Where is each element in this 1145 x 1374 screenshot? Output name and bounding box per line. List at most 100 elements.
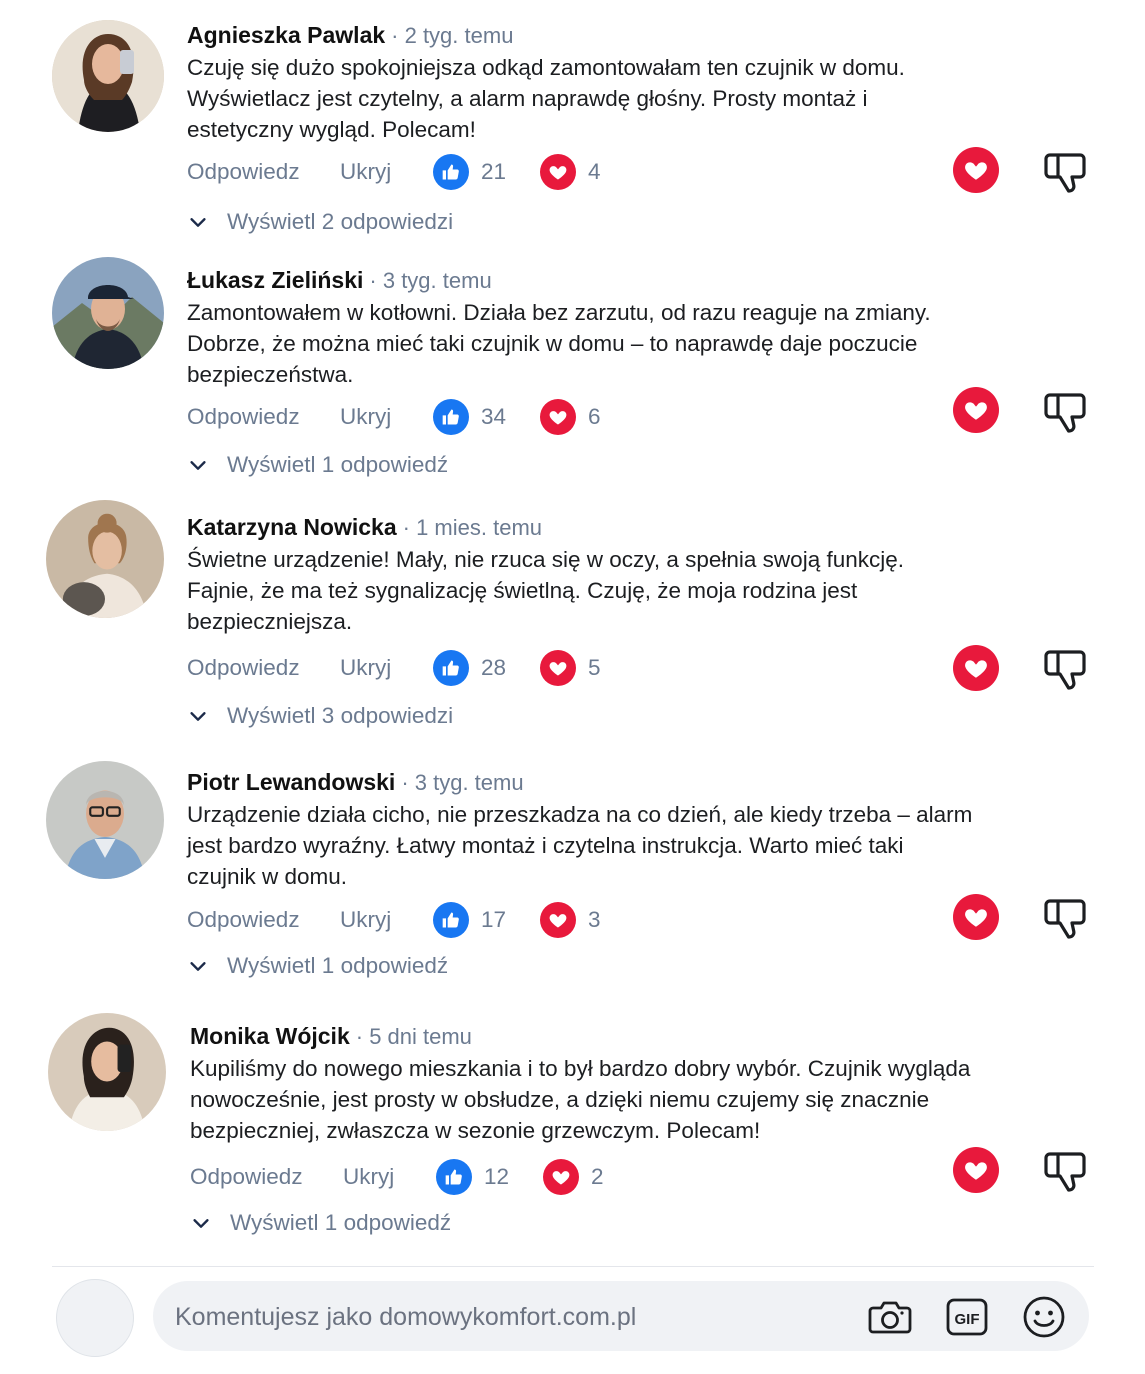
comment-text: Czuję się dużo spokojniejsza odkąd zamon… (187, 55, 905, 142)
view-replies-label: Wyświetl 3 odpowiedzi (227, 703, 454, 728)
comment-author[interactable]: Łukasz Zieliński (187, 267, 363, 293)
comment-time: · 3 tyg. temu (369, 268, 492, 293)
comment-time: · 5 dni temu (355, 1024, 472, 1049)
comment-text: Kupiliśmy do nowego mieszkania i to był … (190, 1056, 971, 1143)
view-replies-label: Wyświetl 1 odpowiedź (230, 1210, 452, 1235)
comment-header: Piotr Lewandowski · 3 tyg. temu (187, 767, 977, 798)
composer-avatar (56, 1279, 134, 1357)
divider (52, 1266, 1094, 1267)
hide-button[interactable]: Ukryj (340, 404, 433, 430)
avatar[interactable] (52, 20, 164, 132)
thumbs-down-icon[interactable] (1042, 1146, 1090, 1194)
comment-actions: Odpowiedz Ukryj 28 5 (187, 648, 635, 688)
comment-author[interactable]: Piotr Lewandowski (187, 769, 395, 795)
love-reaction-button[interactable] (953, 645, 999, 691)
hide-button[interactable]: Ukryj (340, 655, 433, 681)
hide-button[interactable]: Ukryj (343, 1164, 436, 1190)
avatar[interactable] (48, 1013, 166, 1131)
thumbs-up-icon (433, 650, 469, 686)
like-count: 21 (481, 159, 507, 184)
love-reaction-button[interactable] (953, 147, 999, 193)
view-replies-button[interactable]: Wyświetl 1 odpowiedź (187, 450, 448, 480)
comment-actions: Odpowiedz Ukryj 34 6 (187, 397, 635, 437)
view-replies-label: Wyświetl 1 odpowiedź (227, 953, 449, 978)
chevron-down-icon (190, 1212, 212, 1234)
comment: Piotr Lewandowski · 3 tyg. temu Urządzeni… (0, 761, 1145, 1012)
comment-header: Monika Wójcik · 5 dni temu (190, 1021, 980, 1052)
comment-header: Katarzyna Nowicka · 1 mies. temu (187, 512, 977, 543)
thumbs-up-icon (433, 902, 469, 938)
heart-icon (963, 157, 989, 183)
heart-count: 3 (588, 907, 601, 932)
heart-icon (543, 1159, 580, 1195)
view-replies-button[interactable]: Wyświetl 1 odpowiedź (190, 1208, 451, 1238)
gif-icon[interactable]: GIF (944, 1294, 990, 1340)
like-count: 34 (481, 404, 507, 429)
love-reaction-button[interactable] (953, 1147, 999, 1193)
heart-icon (963, 397, 989, 423)
comment-author[interactable]: Agnieszka Pawlak (187, 22, 385, 48)
chevron-down-icon (187, 454, 209, 476)
view-replies-button[interactable]: Wyświetl 1 odpowiedź (187, 951, 448, 981)
heart-count: 6 (588, 404, 601, 429)
heart-icon (540, 650, 577, 686)
thumbs-down-icon[interactable] (1042, 387, 1090, 435)
view-replies-button[interactable]: Wyświetl 3 odpowiedzi (187, 701, 453, 731)
reply-button[interactable]: Odpowiedz (187, 655, 340, 681)
reply-button[interactable]: Odpowiedz (190, 1164, 343, 1190)
hide-button[interactable]: Ukryj (340, 907, 433, 933)
hide-button[interactable]: Ukryj (340, 159, 433, 185)
thumbs-up-icon (433, 154, 469, 190)
heart-icon (540, 399, 577, 435)
camera-icon[interactable] (867, 1294, 913, 1340)
heart-icon (963, 904, 989, 930)
thumbs-up-icon (433, 399, 469, 435)
comment-header: Agnieszka Pawlak · 2 tyg. temu (187, 20, 977, 51)
heart-icon (540, 154, 577, 190)
comment-time: · 3 tyg. temu (401, 770, 524, 795)
avatar[interactable] (46, 761, 164, 879)
comment: Monika Wójcik · 5 dni temu Kupiliśmy do n… (0, 1013, 1145, 1266)
comment-text: Urządzenie działa cicho, nie przeszkadza… (187, 802, 973, 889)
comment-time: · 2 tyg. temu (391, 23, 514, 48)
chevron-down-icon (187, 705, 209, 727)
comment-body: Piotr Lewandowski · 3 tyg. temu Urządzeni… (187, 767, 977, 978)
emoji-icon[interactable] (1021, 1294, 1067, 1340)
like-count: 17 (481, 907, 507, 932)
comment-body: Monika Wójcik · 5 dni temu Kupiliśmy do n… (190, 1021, 980, 1235)
heart-icon (963, 1157, 989, 1183)
comment-time: · 1 mies. temu (402, 515, 543, 540)
comment-input[interactable] (173, 1281, 817, 1353)
view-replies-label: Wyświetl 2 odpowiedzi (227, 209, 454, 234)
heart-icon (540, 902, 577, 938)
reply-button[interactable]: Odpowiedz (187, 159, 340, 185)
comment-actions: Odpowiedz Ukryj 17 3 (187, 900, 635, 940)
heart-count: 2 (591, 1164, 604, 1189)
comment-text: Zamontowałem w kotłowni. Działa bez zarz… (187, 300, 931, 387)
love-reaction-button[interactable] (953, 894, 999, 940)
like-count: 28 (481, 655, 507, 680)
chevron-down-icon (187, 955, 209, 977)
thumbs-down-icon[interactable] (1042, 893, 1090, 941)
avatar[interactable] (46, 500, 164, 618)
reply-button[interactable]: Odpowiedz (187, 907, 340, 933)
comment-body: Łukasz Zieliński · 3 tyg. temu Zamontował… (187, 265, 977, 477)
love-reaction-button[interactable] (953, 387, 999, 433)
thumbs-down-icon[interactable] (1042, 644, 1090, 692)
comment-text: Świetne urządzenie! Mały, nie rzuca się … (187, 547, 905, 634)
comment: Agnieszka Pawlak · 2 tyg. temu Czuję się … (0, 20, 1145, 265)
comment-author[interactable]: Katarzyna Nowicka (187, 514, 397, 540)
comment-actions: Odpowiedz Ukryj 12 2 (190, 1157, 638, 1197)
view-replies-button[interactable]: Wyświetl 2 odpowiedzi (187, 207, 453, 237)
heart-icon (963, 655, 989, 681)
avatar[interactable] (52, 257, 164, 369)
comment-header: Łukasz Zieliński · 3 tyg. temu (187, 265, 977, 296)
reply-button[interactable]: Odpowiedz (187, 404, 340, 430)
heart-count: 4 (588, 159, 601, 184)
svg-text:GIF: GIF (955, 1311, 980, 1328)
comment-composer: GIF (153, 1281, 1089, 1353)
like-count: 12 (484, 1164, 510, 1189)
view-replies-label: Wyświetl 1 odpowiedź (227, 452, 449, 477)
thumbs-down-icon[interactable] (1042, 147, 1090, 195)
comment-author[interactable]: Monika Wójcik (190, 1023, 350, 1049)
